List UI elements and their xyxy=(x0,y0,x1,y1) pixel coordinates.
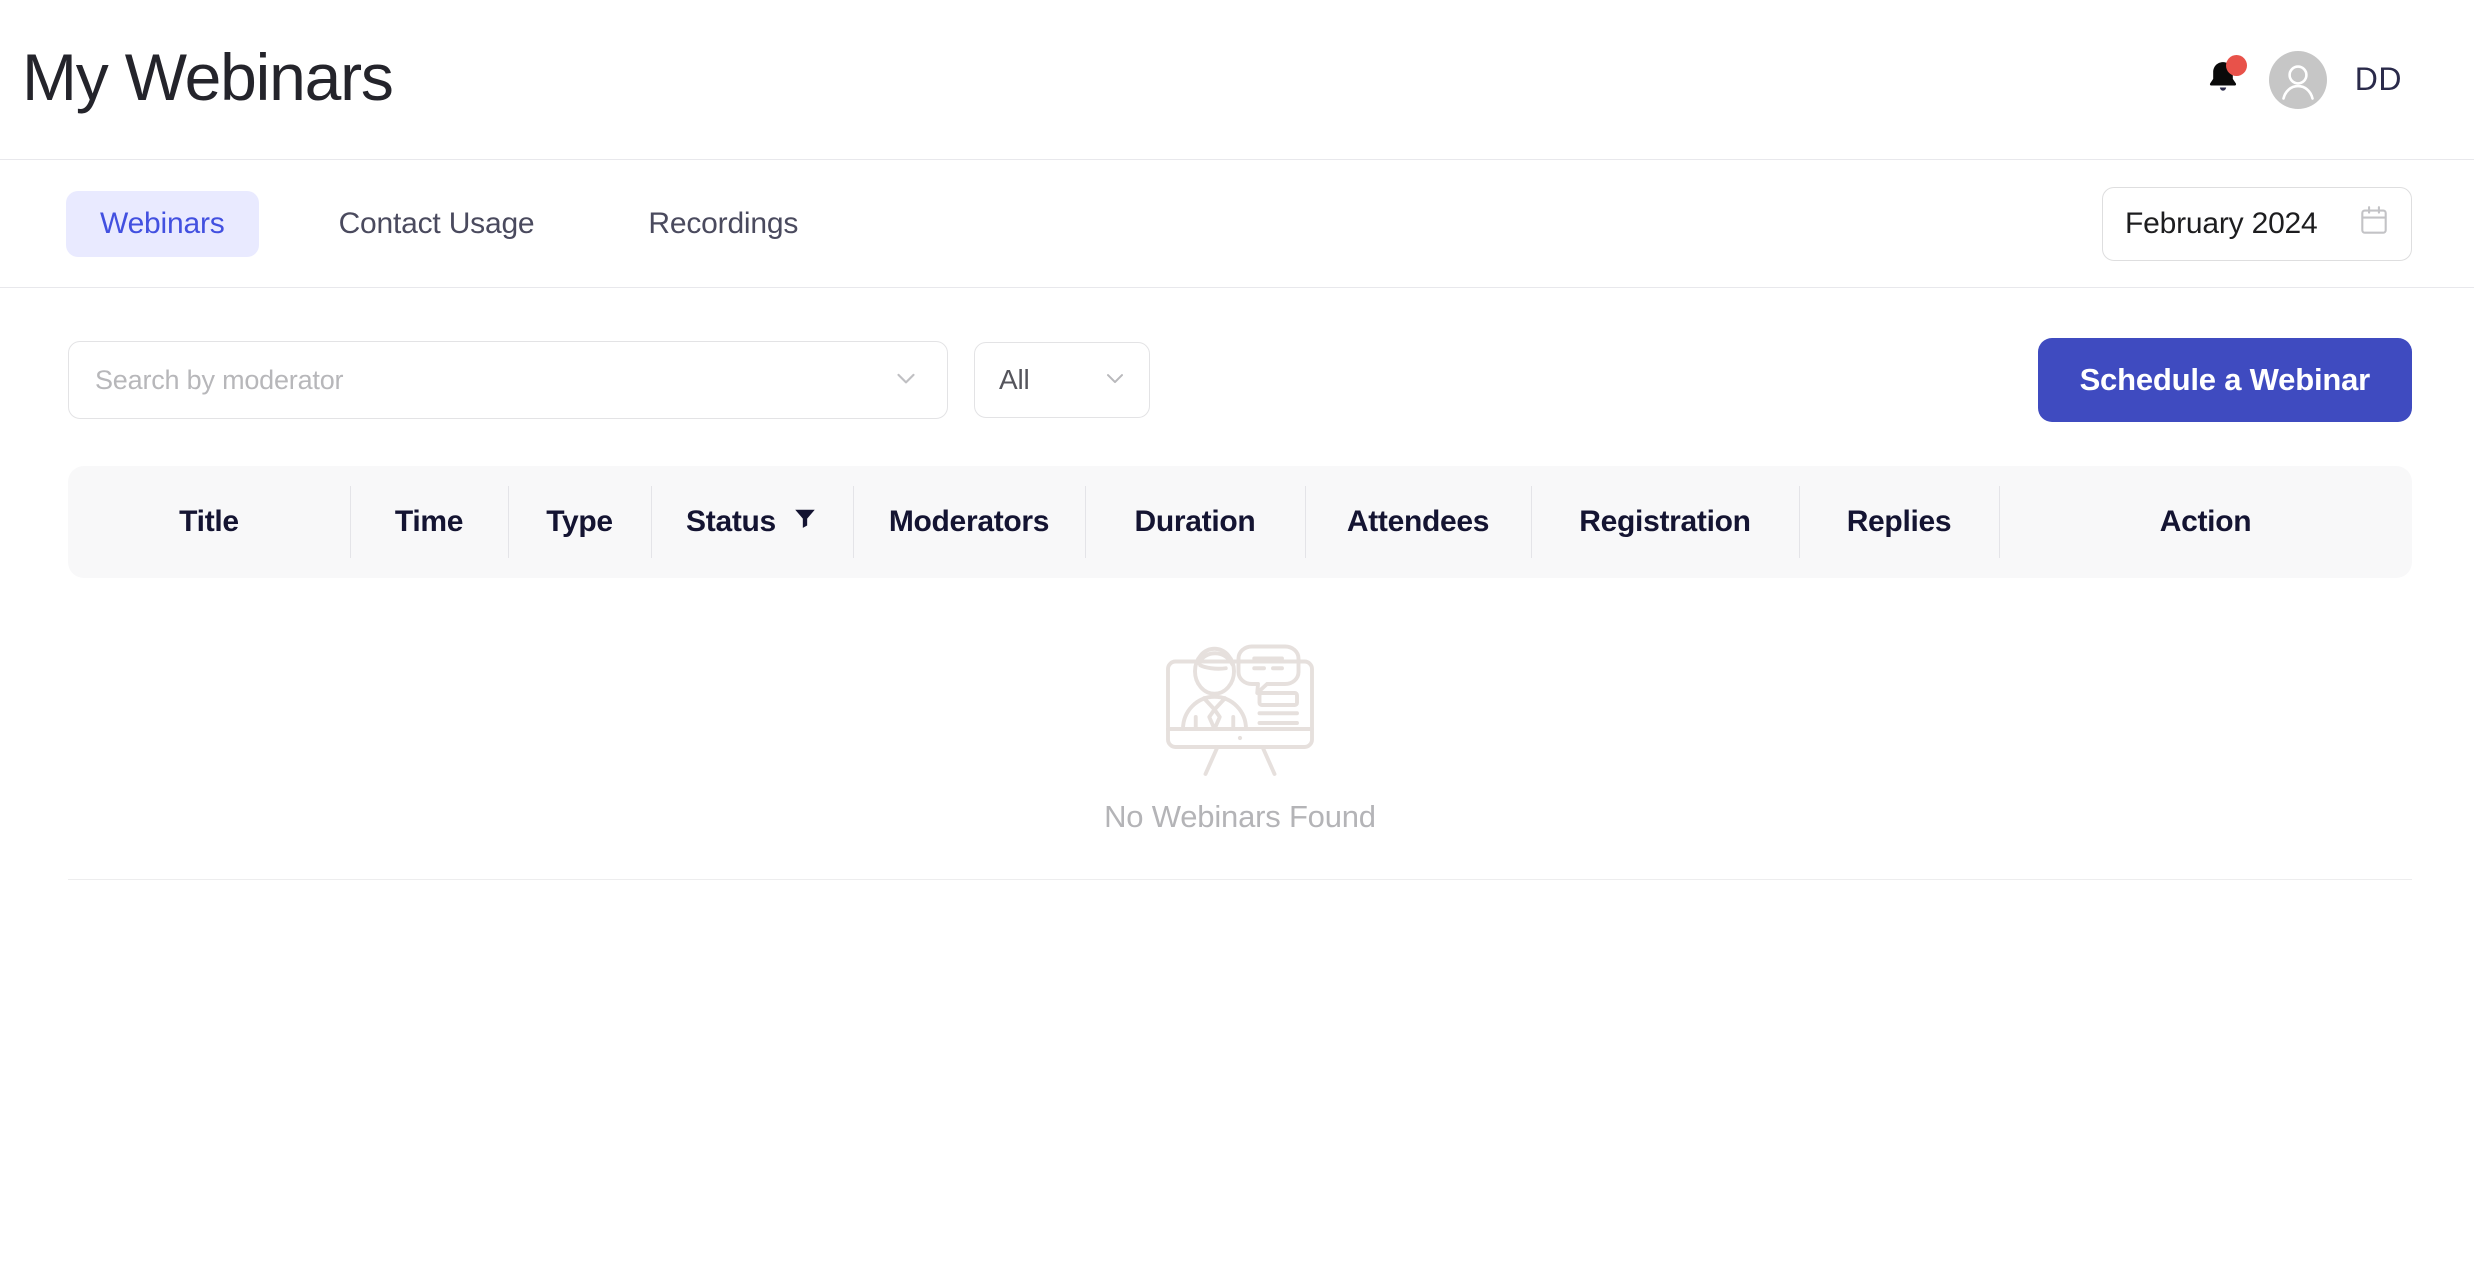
tab-contact-usage[interactable]: Contact Usage xyxy=(305,191,569,257)
type-select-value: All xyxy=(999,364,1030,395)
webinars-table: Title Time Type Status Moderators Durati… xyxy=(0,466,2474,835)
notification-badge xyxy=(2225,54,2247,76)
webinar-presentation-icon xyxy=(1147,630,1333,785)
column-header-action[interactable]: Action xyxy=(1999,466,2412,578)
type-select[interactable]: All xyxy=(974,342,1150,418)
empty-state-message: No Webinars Found xyxy=(1104,799,1376,834)
column-header-status-label: Status xyxy=(686,505,776,538)
chevron-down-icon[interactable] xyxy=(1101,364,1129,397)
user-icon xyxy=(2281,64,2314,100)
column-header-type[interactable]: Type xyxy=(508,466,651,578)
column-header-attendees[interactable]: Attendees xyxy=(1305,466,1531,578)
empty-state: No Webinars Found xyxy=(68,578,2412,835)
chevron-down-icon[interactable] xyxy=(891,363,921,398)
tab-list: Webinars Contact Usage Recordings xyxy=(66,190,832,257)
app-header: My Webinars DD xyxy=(0,0,2474,160)
table-bottom-divider xyxy=(68,879,2412,880)
tab-recordings[interactable]: Recordings xyxy=(614,191,832,257)
header-actions: DD xyxy=(2203,50,2402,109)
column-header-replies[interactable]: Replies xyxy=(1799,466,1999,578)
column-header-duration[interactable]: Duration xyxy=(1085,466,1305,578)
schedule-webinar-button[interactable]: Schedule a Webinar xyxy=(2037,338,2412,422)
column-header-registration[interactable]: Registration xyxy=(1531,466,1799,578)
moderator-search[interactable] xyxy=(68,341,948,419)
month-picker-value: February 2024 xyxy=(2125,206,2318,240)
column-header-title[interactable]: Title xyxy=(68,466,350,578)
calendar-icon xyxy=(2359,205,2389,242)
column-header-moderators[interactable]: Moderators xyxy=(853,466,1085,578)
table-header-row: Title Time Type Status Moderators Durati… xyxy=(68,466,2412,578)
avatar[interactable] xyxy=(2268,50,2327,109)
column-header-status[interactable]: Status xyxy=(651,466,853,578)
avatar-initials: DD xyxy=(2354,61,2402,97)
tab-webinars[interactable]: Webinars xyxy=(66,190,259,257)
filter-toolbar: All Schedule a Webinar xyxy=(0,288,2474,422)
column-header-time[interactable]: Time xyxy=(350,466,508,578)
page-title: My Webinars xyxy=(22,39,394,114)
notifications-button[interactable] xyxy=(2203,54,2247,103)
tab-bar: Webinars Contact Usage Recordings Februa… xyxy=(0,160,2474,288)
filter-icon[interactable] xyxy=(792,505,818,539)
search-input[interactable] xyxy=(95,364,891,396)
month-picker[interactable]: February 2024 xyxy=(2102,186,2412,261)
app-root: My Webinars DD Webinars Contact Usage Re… xyxy=(0,0,2474,1264)
